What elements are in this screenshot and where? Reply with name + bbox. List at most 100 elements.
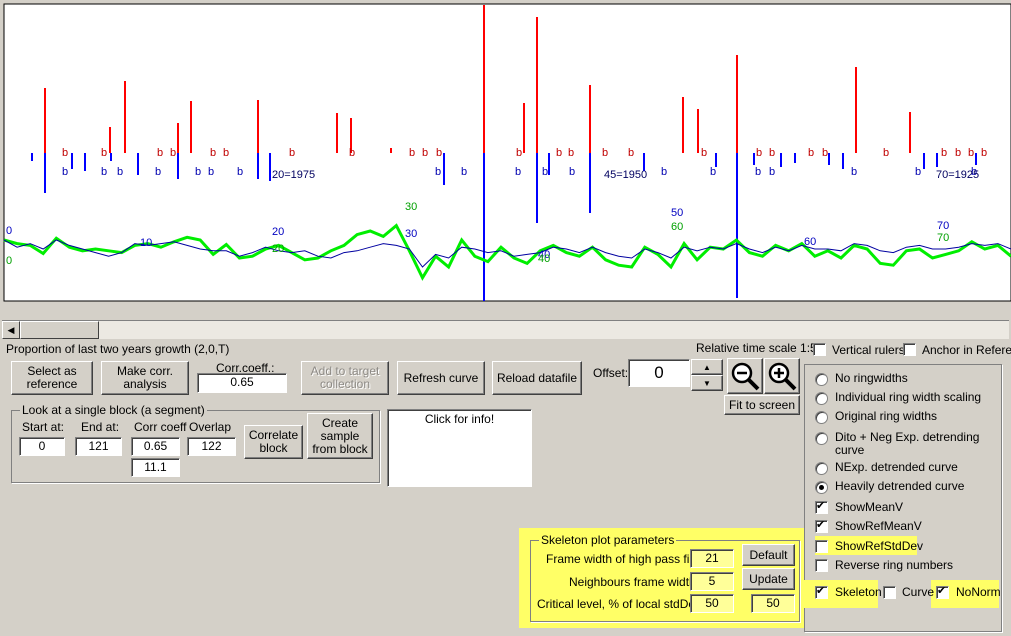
offset-down-button[interactable]: ▼ xyxy=(691,375,723,391)
break-marker-ref: b xyxy=(808,147,814,159)
break-marker-sample: b xyxy=(117,166,123,178)
overlap-field[interactable]: 122 xyxy=(187,437,236,456)
block-corr-label: Corr coeff xyxy=(134,420,187,434)
anchor-reference-label: Anchor in Reference xyxy=(922,343,1011,357)
break-marker-sample: b xyxy=(195,166,201,178)
curve-tick-label: 60 xyxy=(671,221,683,233)
option-checkbox[interactable] xyxy=(815,499,828,514)
nonorm-label: NoNorm xyxy=(956,585,1001,599)
break-marker-sample: b xyxy=(515,166,521,178)
offset-field[interactable]: 0 xyxy=(628,359,690,387)
break-marker-sample: b xyxy=(461,166,467,178)
zoom-in-icon xyxy=(768,362,797,391)
break-marker-ref: b xyxy=(756,147,762,159)
curve-tick-label: 0 xyxy=(6,225,12,237)
make-corr-analysis-button[interactable]: Make corr. analysis xyxy=(101,361,189,395)
radio-option[interactable] xyxy=(815,432,828,445)
radio-option[interactable] xyxy=(815,373,828,386)
horizontal-scrollbar[interactable]: ◀ xyxy=(2,320,1009,339)
break-marker-ref: b xyxy=(349,147,355,159)
curve-tick-label: 70 xyxy=(937,220,949,232)
offset-up-button[interactable]: ▲ xyxy=(691,359,723,375)
skeleton-label: Skeleton xyxy=(835,585,882,599)
vertical-rulers-checkbox[interactable] xyxy=(813,343,826,356)
zoom-in-button[interactable] xyxy=(764,358,800,394)
end-at-field[interactable]: 121 xyxy=(75,437,122,456)
radio-option-label: No ringwidths xyxy=(835,371,908,385)
radio-option-label: Original ring widths xyxy=(835,409,938,423)
block-corr-field-2[interactable]: 11.1 xyxy=(131,458,180,477)
update-button[interactable]: Update xyxy=(742,568,795,590)
option-checkbox-label: ShowMeanV xyxy=(835,500,904,514)
curve-tick-label: 20 xyxy=(272,226,284,238)
break-marker-ref: b xyxy=(170,147,176,159)
break-marker-ref: b xyxy=(981,147,987,159)
start-at-field[interactable]: 0 xyxy=(19,437,65,456)
block-corr-field[interactable]: 0.65 xyxy=(131,437,180,456)
year-label: 20=1975 xyxy=(272,169,315,181)
break-marker-sample: b xyxy=(101,166,107,178)
option-checkbox[interactable] xyxy=(815,559,828,572)
create-sample-button[interactable]: Create sample from block xyxy=(307,413,373,459)
select-reference-button[interactable]: Select as reference xyxy=(11,361,93,395)
break-marker-ref: b xyxy=(602,147,608,159)
frame-width-label: Frame width of high pass filter: xyxy=(546,552,710,566)
radio-option[interactable] xyxy=(815,411,828,424)
correlate-block-button[interactable]: Correlate block xyxy=(244,425,303,459)
curve-tick-label: 20 xyxy=(272,243,284,255)
critical-level-label: Critical level, % of local stdDev: xyxy=(537,597,705,611)
break-marker-sample: b xyxy=(208,166,214,178)
break-marker-ref: b xyxy=(822,147,828,159)
break-marker-sample: b xyxy=(851,166,857,178)
radio-option[interactable] xyxy=(815,462,828,475)
curve-checkbox[interactable] xyxy=(883,586,896,599)
add-target-collection-button[interactable]: Add to target collection xyxy=(301,361,389,395)
break-marker-sample: b xyxy=(915,166,921,178)
option-checkbox[interactable] xyxy=(815,540,828,553)
reload-datafile-button[interactable]: Reload datafile xyxy=(492,361,582,395)
nonorm-checkbox[interactable] xyxy=(936,584,949,599)
scroll-left-icon[interactable]: ◀ xyxy=(2,321,20,339)
radio-option[interactable] xyxy=(815,392,828,405)
radio-option[interactable] xyxy=(815,481,828,494)
break-marker-sample: b xyxy=(569,166,575,178)
scroll-thumb[interactable] xyxy=(20,321,99,339)
break-marker-ref: b xyxy=(223,147,229,159)
curve-tick-label: 0 xyxy=(6,255,12,267)
break-marker-ref: b xyxy=(157,147,163,159)
break-marker-ref: b xyxy=(62,147,68,159)
overlap-label: Overlap xyxy=(189,420,232,434)
option-checkbox[interactable] xyxy=(815,518,828,533)
frame-width-field[interactable]: 21 xyxy=(690,549,734,568)
end-at-label: End at: xyxy=(81,420,120,434)
skeleton-checkbox[interactable] xyxy=(815,584,828,599)
critical-level-field[interactable]: 50 xyxy=(690,594,734,613)
break-marker-sample: b xyxy=(542,166,548,178)
break-marker-ref: b xyxy=(941,147,947,159)
critical-level-field-2[interactable]: 50 xyxy=(751,594,795,613)
skeleton-plot-canvas[interactable]: b b b b b b b b b b b b b b b b b b b b b b b b b bb b b b b b b b b b b b b b… xyxy=(0,0,1011,318)
corr-coeff-field[interactable]: 0.65 xyxy=(197,373,287,393)
curve-tick-label: 30 xyxy=(405,228,417,240)
break-marker-ref: b xyxy=(516,147,522,159)
zoom-out-button[interactable] xyxy=(727,358,763,394)
fit-to-screen-button[interactable]: Fit to screen xyxy=(724,395,800,415)
skeleton-params-title: Skeleton plot parameters xyxy=(539,533,677,547)
curve-tick-label: 10 xyxy=(140,237,152,249)
break-marker-sample: b xyxy=(769,166,775,178)
anchor-reference-checkbox[interactable] xyxy=(903,343,916,356)
neighbours-width-field[interactable]: 5 xyxy=(690,572,734,591)
vertical-rulers-label: Vertical rulers xyxy=(832,343,905,357)
info-box[interactable]: Click for info! xyxy=(387,409,532,487)
break-marker-ref: b xyxy=(968,147,974,159)
curve-label: Curve xyxy=(902,585,935,599)
break-marker-sample: b xyxy=(710,166,716,178)
break-marker-sample: b xyxy=(237,166,243,178)
proportion-label: Proportion of last two years growth (2,0… xyxy=(6,342,230,356)
break-marker-ref: b xyxy=(556,147,562,159)
offset-label: Offset: xyxy=(593,366,629,380)
default-button[interactable]: Default xyxy=(742,544,795,566)
break-marker-sample: b xyxy=(435,166,441,178)
ring-width-plot[interactable]: bbbbbbbbbbbbbbbbbbbbbbbbbbbbbbbbbbbbbbbb… xyxy=(0,0,1011,318)
refresh-curve-button[interactable]: Refresh curve xyxy=(397,361,485,395)
